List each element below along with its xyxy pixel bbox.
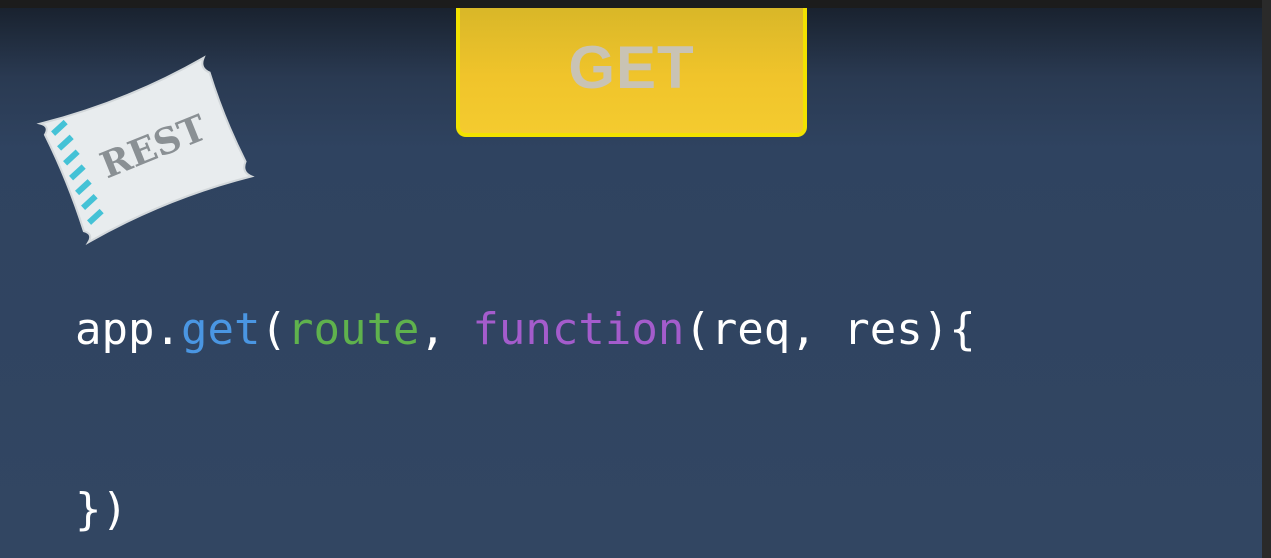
- video-frame: GET REST app.get(route, function(req, re…: [0, 0, 1271, 558]
- code-object: app: [75, 304, 155, 355]
- code-comma: ,: [419, 304, 473, 355]
- code-params: (req, res){: [684, 304, 976, 355]
- code-method: get: [180, 304, 261, 355]
- slide-background: GET REST app.get(route, function(req, re…: [0, 8, 1262, 558]
- code-line-app-get: app.get(route, function(req, res){: [75, 308, 976, 352]
- get-method-badge: GET: [456, 8, 807, 137]
- frame-edge: [1262, 0, 1271, 558]
- code-open-paren: (: [260, 304, 287, 355]
- code-dot: .: [154, 304, 181, 355]
- rest-pillow-icon: REST: [36, 55, 255, 246]
- method-badge-label: GET: [568, 34, 695, 101]
- code-route-arg: route: [286, 304, 420, 355]
- code-closing-brace: }): [75, 484, 128, 535]
- code-line-closing: }): [75, 488, 128, 532]
- code-function-keyword: function: [472, 304, 685, 355]
